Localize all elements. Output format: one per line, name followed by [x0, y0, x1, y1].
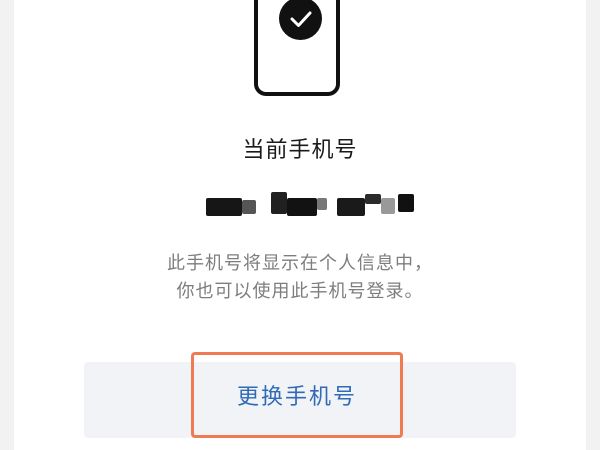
current-phone-screen: 当前手机号 此手机号将显示在个人信息中， 你也可以使用此手机号登录。 更换手机号	[0, 0, 600, 450]
left-edge	[0, 0, 14, 450]
change-phone-number-button[interactable]: 更换手机号	[191, 352, 403, 438]
page-title: 当前手机号	[242, 138, 358, 163]
description-line-1: 此手机号将显示在个人信息中，	[167, 253, 433, 274]
masked-phone-number	[0, 190, 600, 224]
right-edge	[586, 0, 600, 450]
description-line-2: 你也可以使用此手机号登录。	[176, 281, 424, 302]
check-icon	[290, 11, 311, 27]
description: 此手机号将显示在个人信息中， 你也可以使用此手机号登录。	[0, 250, 600, 306]
